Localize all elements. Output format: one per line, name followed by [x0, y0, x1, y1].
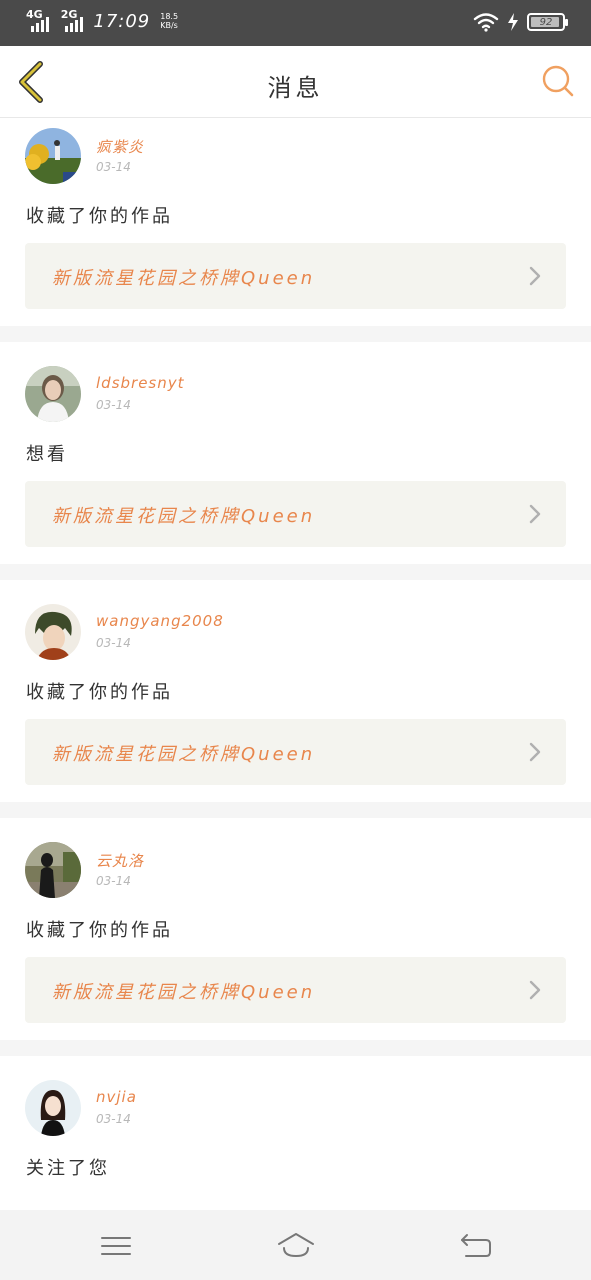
chevron-right-icon [529, 742, 541, 762]
card-divider [0, 564, 591, 580]
avatar[interactable] [25, 128, 81, 184]
network-2: 2G [61, 9, 84, 32]
message-card: 疯紫炎 03-14 收藏了你的作品 新版流星花园之桥牌Queen [0, 118, 591, 326]
username[interactable]: ldsbresnyt [96, 374, 185, 392]
work-title: 新版流星花园之桥牌Queen [52, 506, 316, 527]
card-divider [0, 802, 591, 818]
work-title: 新版流星花园之桥牌Queen [52, 744, 316, 765]
search-icon[interactable] [541, 64, 575, 98]
message-card: wangyang2008 03-14 收藏了你的作品 新版流星花园之桥牌Quee… [0, 594, 591, 802]
charging-icon [508, 13, 518, 31]
signal-icon [30, 12, 49, 32]
avatar-image [25, 604, 81, 660]
network-1: 4G [26, 9, 49, 32]
avatar[interactable] [25, 604, 81, 660]
status-bar: 4G 2G 17:09 18.5 KB/s 92 [0, 0, 591, 46]
work-title: 新版流星花园之桥牌Queen [52, 268, 316, 289]
work-title: 新版流星花园之桥牌Queen [52, 982, 316, 1003]
status-left: 4G 2G 17:09 18.5 KB/s [26, 9, 178, 32]
wifi-icon [473, 13, 499, 32]
message-date: 03-14 [96, 636, 131, 650]
message-date: 03-14 [96, 874, 131, 888]
work-link[interactable]: 新版流星花园之桥牌Queen [25, 481, 566, 547]
message-date: 03-14 [96, 160, 131, 174]
message-list[interactable]: 疯紫炎 03-14 收藏了你的作品 新版流星花园之桥牌Queen ldsbres… [0, 118, 591, 1210]
username[interactable]: nvjia [96, 1088, 137, 1106]
chevron-right-icon [529, 980, 541, 1000]
work-link[interactable]: 新版流星花园之桥牌Queen [25, 243, 566, 309]
message-action: 想看 [26, 444, 68, 465]
status-right: 92 [473, 12, 568, 32]
battery-icon: 92 [527, 13, 568, 31]
avatar[interactable] [25, 366, 81, 422]
message-card: 云丸洛 03-14 收藏了你的作品 新版流星花园之桥牌Queen [0, 832, 591, 1040]
avatar[interactable] [25, 842, 81, 898]
back-icon[interactable] [456, 1228, 496, 1262]
chevron-right-icon [529, 504, 541, 524]
message-date: 03-14 [96, 1112, 131, 1126]
message-card: ldsbresnyt 03-14 想看 新版流星花园之桥牌Queen [0, 356, 591, 564]
avatar-image [25, 366, 81, 422]
page-title: 消息 [267, 74, 324, 102]
chevron-right-icon [529, 266, 541, 286]
signal-icon [65, 12, 84, 32]
card-divider [0, 326, 591, 342]
speed-unit: KB/s [160, 21, 178, 30]
menu-icon[interactable] [96, 1228, 136, 1262]
app-header: 消息 [0, 46, 591, 118]
avatar-image [25, 128, 81, 184]
card-divider [0, 1040, 591, 1056]
username[interactable]: wangyang2008 [96, 612, 224, 630]
avatar-image [25, 842, 81, 898]
system-nav-bar [0, 1210, 591, 1280]
work-link[interactable]: 新版流星花园之桥牌Queen [25, 957, 566, 1023]
message-card: nvjia 03-14 关注了您 [0, 1070, 591, 1210]
username[interactable]: 云丸洛 [96, 850, 144, 871]
avatar[interactable] [25, 1080, 81, 1136]
message-action: 收藏了你的作品 [26, 206, 173, 227]
avatar-image [25, 1080, 81, 1136]
message-action: 收藏了你的作品 [26, 682, 173, 703]
battery-level: 92 [539, 16, 553, 28]
message-action: 关注了您 [26, 1158, 110, 1179]
network-speed: 18.5 KB/s [160, 12, 178, 30]
work-link[interactable]: 新版流星花园之桥牌Queen [25, 719, 566, 785]
message-action: 收藏了你的作品 [26, 920, 173, 941]
home-icon[interactable] [276, 1228, 316, 1262]
username[interactable]: 疯紫炎 [96, 136, 144, 157]
speed-value: 18.5 [160, 12, 179, 21]
message-date: 03-14 [96, 398, 131, 412]
clock: 17:09 [93, 10, 151, 32]
